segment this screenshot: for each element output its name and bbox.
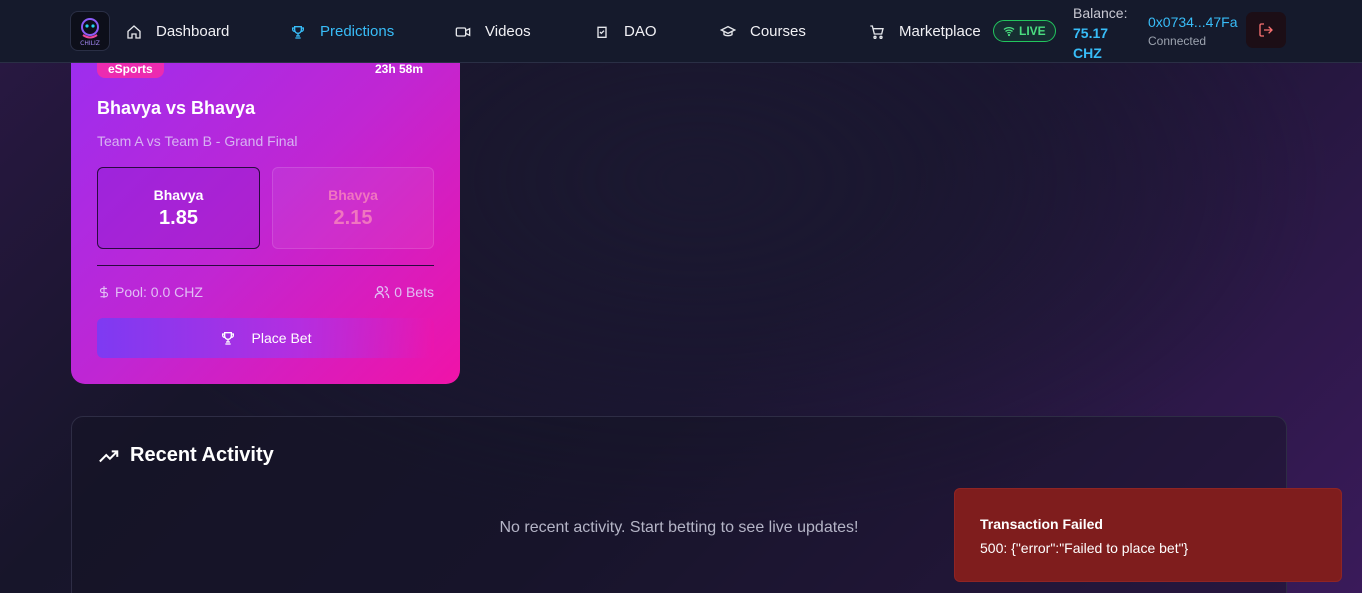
toast-message: 500: {"error":"Failed to place bet"} (980, 540, 1189, 556)
recent-activity-title: Recent Activity (130, 444, 274, 466)
vote-icon (597, 26, 607, 38)
nav-dashboard-label: Dashboard (156, 23, 230, 40)
nav-courses[interactable]: Courses (720, 0, 806, 63)
chiliz-logo[interactable]: CHILIZ (70, 11, 110, 51)
svg-text:CHILIZ: CHILIZ (80, 40, 100, 47)
error-toast[interactable]: Transaction Failed 500: {"error":"Failed… (954, 488, 1342, 582)
home-icon (127, 24, 141, 39)
nav-dashboard[interactable]: Dashboard (126, 0, 229, 63)
trending-up-icon (99, 449, 119, 462)
balance-value: 75.17 CHZ (1073, 25, 1109, 61)
nav-marketplace-label: Marketplace (899, 23, 981, 40)
users-icon (374, 286, 390, 298)
prediction-card: eSports 23h 58m Bhavya vs Bhavya Team A … (71, 40, 460, 384)
option-name: Bhavya (153, 186, 204, 203)
nav-dao[interactable]: DAO (594, 0, 657, 63)
cart-icon (870, 24, 884, 39)
match-title: Bhavya vs Bhavya (97, 98, 256, 118)
toast-title: Transaction Failed (980, 516, 1103, 532)
recent-activity-heading: Recent Activity (98, 444, 274, 467)
option-name: Bhavya (328, 186, 378, 203)
wallet-address: 0x0734...47Fa (1148, 14, 1238, 30)
logout-icon (1259, 23, 1273, 37)
nav-marketplace[interactable]: Marketplace (869, 0, 981, 63)
option-odds: 1.85 (159, 206, 198, 229)
odds-option-2[interactable]: Bhavya 2.15 (272, 167, 434, 249)
wifi-icon (1003, 27, 1015, 37)
place-bet-button[interactable]: Place Bet (97, 318, 434, 358)
wallet-info[interactable]: 0x0734...47Fa Connected (1148, 14, 1238, 48)
nav-dao-label: DAO (624, 23, 657, 40)
bets-label: 0 Bets (394, 284, 434, 300)
top-nav: CHILIZ Dashboard Predictions Videos DAO … (0, 0, 1362, 63)
odds-option-1[interactable]: Bhavya 1.85 (97, 167, 260, 249)
pool-label: Pool: 0.0 CHZ (115, 284, 203, 300)
live-badge: LIVE (993, 20, 1056, 42)
nav-predictions[interactable]: Predictions (290, 0, 394, 63)
trophy-icon (221, 332, 234, 345)
logout-button[interactable] (1246, 12, 1286, 48)
match-subtitle: Team A vs Team B - Grand Final (97, 133, 298, 149)
nav-videos-label: Videos (485, 23, 531, 40)
live-label: LIVE (1019, 24, 1046, 38)
nav-predictions-label: Predictions (320, 23, 395, 40)
bets-info: 0 Bets (374, 284, 434, 300)
balance-label: Balance: (1073, 5, 1128, 21)
pool-info: Pool: 0.0 CHZ (97, 284, 203, 300)
wallet-status: Connected (1148, 34, 1207, 48)
balance-display: Balance: 75.17 CHZ (1073, 3, 1135, 63)
card-divider (97, 265, 434, 266)
logo-mascot-icon: CHILIZ (80, 18, 100, 47)
place-bet-label: Place Bet (251, 330, 312, 346)
nav-videos[interactable]: Videos (455, 0, 531, 63)
option-odds: 2.15 (333, 206, 373, 229)
graduation-cap-icon (720, 25, 736, 36)
dollar-icon (99, 286, 109, 298)
video-icon (455, 26, 471, 37)
nav-courses-label: Courses (750, 23, 806, 40)
trophy-icon (292, 25, 304, 39)
